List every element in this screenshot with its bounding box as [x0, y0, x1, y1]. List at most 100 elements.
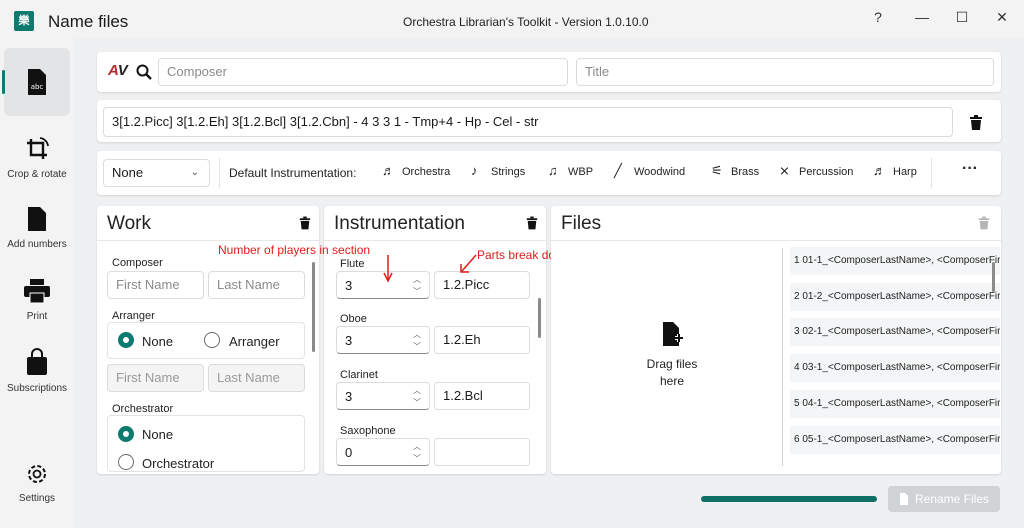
brass-button[interactable]: ⚟ Brass — [711, 163, 759, 179]
panel-divider — [551, 240, 1001, 241]
add-file-icon — [663, 322, 683, 346]
sidebar-item-crop-rotate[interactable]: Crop & rotate — [4, 136, 70, 180]
app-logo-icon: 樂 — [14, 11, 34, 31]
file-list-item[interactable]: 4 03-1_<ComposerLastName>, <ComposerFirs… — [790, 354, 1000, 382]
instrument-label: Clarinet — [340, 369, 378, 381]
arranger-none-radio[interactable] — [118, 332, 134, 348]
count-value: 3 — [345, 333, 353, 348]
parts-input[interactable]: 1.2.Picc — [434, 271, 530, 299]
more-options-button[interactable]: ··· — [962, 160, 978, 178]
orchestrator-orchestrator-radio[interactable] — [118, 454, 134, 470]
instrument-count-stepper[interactable]: 3 ︿ ﹀ — [336, 326, 430, 354]
drop-zone-label: here — [659, 374, 685, 388]
composer-search-input[interactable]: Composer — [158, 58, 568, 86]
chevron-down-icon[interactable]: ﹀ — [413, 341, 421, 352]
woodwind-button[interactable]: ╱ Woodwind — [614, 163, 685, 179]
preset-dropdown[interactable]: None ⌄ — [103, 159, 210, 187]
file-list-item[interactable]: 5 04-1_<ComposerLastName>, <ComposerFirs… — [790, 390, 1000, 418]
shopping-bag-icon — [27, 348, 47, 375]
composer-label: Composer — [112, 257, 163, 269]
files-title: Files — [561, 213, 602, 234]
parts-input[interactable] — [434, 438, 530, 466]
rename-files-button[interactable]: Rename Files — [888, 486, 1000, 512]
percussion-button[interactable]: ⨯ Percussion — [779, 163, 853, 179]
orchestrator-none-radio[interactable] — [118, 426, 134, 442]
arranger-arranger-radio[interactable] — [204, 332, 220, 348]
file-list-item[interactable]: 6 05-1_<ComposerLastName>, <ComposerFirs… — [790, 426, 1000, 454]
instrument-count-stepper[interactable]: 0 ︿ ﹀ — [336, 438, 430, 466]
orchestra-button[interactable]: ♬ Orchestra — [382, 163, 450, 178]
arranger-last-name-input[interactable]: Last Name — [208, 364, 305, 392]
close-button[interactable]: ✕ — [990, 7, 1014, 27]
strings-button-label: Strings — [491, 166, 526, 178]
annotation-arrow — [383, 255, 393, 283]
work-scrollbar[interactable] — [312, 262, 315, 352]
trash-icon[interactable] — [526, 216, 538, 230]
instrumentation-string-input[interactable]: 3[1.2.Picc] 3[1.2.Eh] 3[1.2.Bcl] 3[1.2.C… — [103, 107, 953, 137]
composer-first-name-input[interactable]: First Name — [107, 271, 204, 299]
parts-input[interactable]: 1.2.Eh — [434, 326, 530, 354]
sidebar-item-label: Subscriptions — [6, 383, 68, 394]
search-icon[interactable] — [136, 64, 152, 80]
chevron-up-icon[interactable]: ︿ — [413, 441, 421, 452]
maximize-button[interactable]: ☐ — [950, 7, 974, 27]
file-list-item[interactable]: 3 02-1_<ComposerLastName>, <ComposerFirs… — [790, 318, 1000, 346]
orchestrator-orchestrator-label: Orchestrator — [142, 456, 215, 471]
composer-last-name-input[interactable]: Last Name — [208, 271, 305, 299]
wbp-button[interactable]: ♫ WBP — [548, 163, 593, 178]
harp-button-label: Harp — [893, 166, 917, 178]
sidebar-item-name-files[interactable]: abc — [2, 48, 70, 116]
arranger-first-name-input[interactable]: First Name — [107, 364, 204, 392]
sidebar-item-label: Crop & rotate — [7, 169, 67, 180]
spellcheck-icon[interactable]: AV — [108, 62, 128, 79]
sidebar-item-print[interactable]: Print — [4, 278, 70, 322]
instrumentation-scrollbar[interactable] — [538, 298, 541, 338]
sidebar-item-label: Add numbers — [7, 239, 67, 250]
chevron-down-icon[interactable]: ﹀ — [413, 453, 421, 464]
sidebar-item-add-numbers[interactable]: Add numbers — [4, 206, 70, 250]
sidebar-item-label: Settings — [18, 493, 56, 504]
chevron-down-icon[interactable]: ﹀ — [413, 286, 421, 297]
default-instrumentation-label: Default Instrumentation: — [229, 166, 357, 180]
chevron-up-icon[interactable]: ︿ — [413, 274, 421, 285]
instrument-count-stepper[interactable]: 3 ︿ ﹀ — [336, 382, 430, 410]
title-search-input[interactable]: Title — [576, 58, 994, 86]
woodwind-icon: ╱ — [614, 163, 622, 178]
file-list-item[interactable]: 1 01-1_<ComposerLastName>, <ComposerFirs… — [790, 247, 1000, 275]
instrument-label: Saxophone — [340, 425, 396, 437]
woodwind-button-label: Woodwind — [634, 166, 686, 178]
panel-divider — [324, 240, 546, 241]
sidebar-item-subscriptions[interactable]: Subscriptions — [4, 348, 70, 394]
trash-icon[interactable] — [299, 216, 311, 230]
orchestra-button-label: Orchestra — [402, 166, 451, 178]
orchestrator-label: Orchestrator — [112, 403, 174, 415]
sidebar-item-settings[interactable]: Settings — [4, 462, 70, 504]
chevron-up-icon[interactable]: ︿ — [413, 385, 421, 396]
window-title: Orchestra Librarian's Toolkit - Version … — [403, 15, 649, 29]
files-divider — [782, 248, 783, 466]
help-button[interactable]: ? — [866, 7, 890, 27]
minimize-button[interactable]: — — [910, 7, 934, 27]
strings-button[interactable]: ♪ Strings — [471, 163, 525, 178]
work-title: Work — [107, 213, 151, 234]
harp-icon: ♬ — [873, 163, 886, 178]
file-icon — [899, 493, 908, 505]
trash-icon[interactable] — [969, 115, 983, 130]
arranger-none-label: None — [142, 334, 174, 349]
drop-zone-label: Drag files — [646, 357, 698, 371]
files-scrollbar[interactable] — [992, 262, 995, 292]
file-list-item[interactable]: 2 01-2_<ComposerLastName>, <ComposerFirs… — [790, 283, 1000, 311]
chevron-down-icon[interactable]: ﹀ — [413, 397, 421, 408]
brass-button-label: Brass — [731, 166, 760, 178]
chevron-up-icon[interactable]: ︿ — [413, 329, 421, 340]
brass-icon: ⚟ — [711, 163, 723, 178]
percussion-button-label: Percussion — [799, 166, 854, 178]
sidebar-item-label: Print — [26, 311, 48, 322]
document-icon — [28, 207, 46, 231]
parts-input[interactable]: 1.2.Bcl — [434, 382, 530, 410]
instrumentation-title: Instrumentation — [334, 213, 465, 234]
annotation-arrow — [460, 254, 477, 273]
preset-dropdown-value: None — [112, 165, 144, 180]
instrument-label: Oboe — [340, 313, 367, 325]
harp-button[interactable]: ♬ Harp — [873, 163, 917, 178]
